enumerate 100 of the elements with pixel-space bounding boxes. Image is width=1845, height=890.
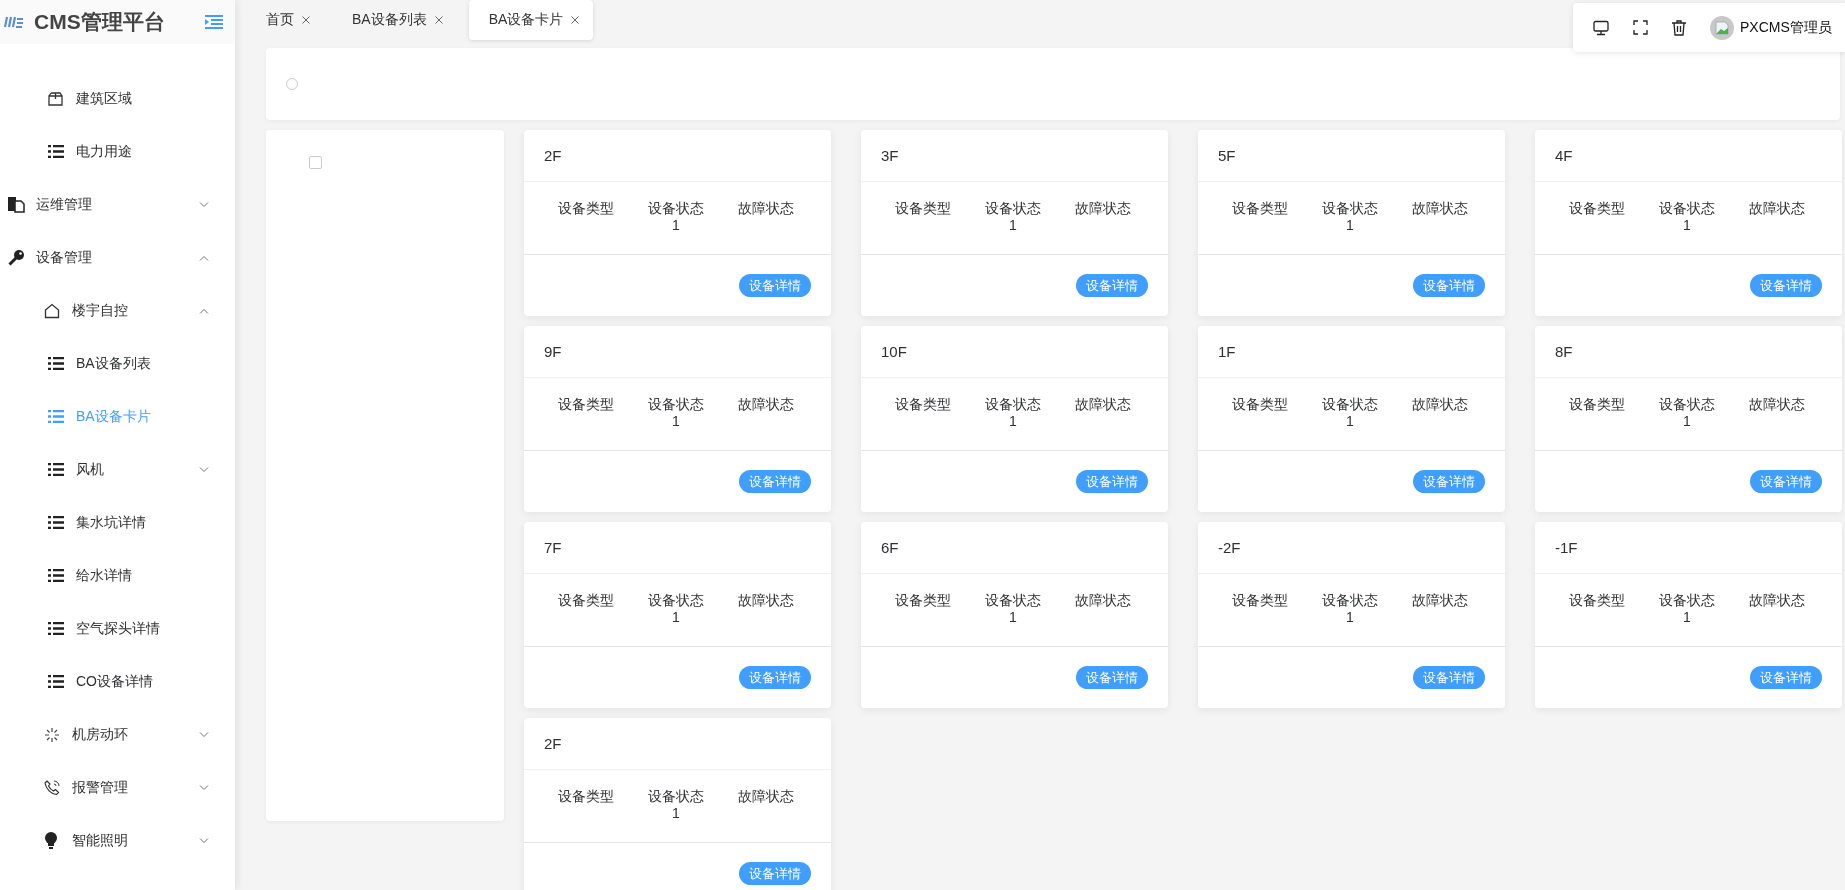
field-value: 1 (1346, 609, 1354, 626)
close-icon[interactable] (302, 16, 310, 24)
chevron-down-icon (199, 731, 209, 738)
checkbox[interactable] (309, 156, 322, 169)
phone-icon (44, 779, 60, 796)
field-label: 设备状态 (648, 592, 704, 609)
avatar-icon[interactable] (1710, 15, 1734, 40)
user-name[interactable]: PXCMS管理员 (1740, 18, 1832, 37)
field-label: 设备类型 (1569, 396, 1625, 413)
field-label: 设备状态 (648, 396, 704, 413)
field-label: 故障状态 (1075, 396, 1131, 413)
field-value: 1 (672, 413, 680, 430)
menu-item[interactable]: 报警管理 (0, 761, 235, 814)
field-label: 设备状态 (648, 200, 704, 217)
field-label: 设备状态 (985, 592, 1041, 609)
field-label: 设备类型 (895, 200, 951, 217)
box-icon (48, 91, 63, 106)
list-icon (48, 516, 64, 529)
field-label: 故障状态 (738, 200, 794, 217)
list-icon (48, 145, 64, 158)
house-icon (44, 302, 60, 319)
menu-item[interactable]: 集水坑详情 (0, 496, 235, 549)
field-label: 设备状态 (1659, 396, 1715, 413)
list-icon (48, 410, 64, 423)
list-icon (48, 569, 64, 582)
close-icon[interactable] (434, 16, 443, 24)
card-title: 2F (524, 718, 831, 770)
chevron-up-icon (199, 307, 209, 314)
menu-item[interactable]: 设备管理 (0, 231, 235, 284)
field-label: 设备类型 (1569, 200, 1625, 217)
trash-icon[interactable] (1672, 19, 1686, 36)
chevron-down-icon (199, 784, 209, 791)
field-label: 故障状态 (1412, 396, 1468, 413)
list-icon (48, 675, 64, 688)
field-value: 1 (1683, 609, 1691, 626)
field-label: 设备状态 (1322, 200, 1378, 217)
field-label: 设备状态 (1322, 396, 1378, 413)
field-value: 1 (1009, 217, 1017, 234)
field-label: 设备类型 (1232, 200, 1288, 217)
tab[interactable]: BA设备卡片 (468, 0, 594, 40)
field-label: 设备状态 (648, 788, 704, 805)
key-icon (8, 249, 25, 266)
card-title: 8F (1535, 326, 1842, 378)
field-label: 设备类型 (1232, 396, 1288, 413)
field-value: 1 (1346, 217, 1354, 234)
card-title: 1F (1198, 326, 1505, 378)
field-label: 设备状态 (985, 396, 1041, 413)
close-icon[interactable] (571, 16, 580, 24)
field-label: 设备类型 (558, 200, 614, 217)
card-title: -2F (1198, 522, 1505, 574)
monitor-icon[interactable] (1593, 19, 1609, 36)
menu-item[interactable]: CO设备详情 (0, 655, 235, 708)
field-value: 1 (1683, 413, 1691, 430)
field-label: 设备类型 (895, 592, 951, 609)
menu-collapse-icon[interactable] (205, 15, 223, 29)
menu-item[interactable]: 电力用途 (0, 125, 235, 178)
card-title: -1F (1535, 522, 1842, 574)
field-label: 设备类型 (895, 396, 951, 413)
list-icon (48, 357, 64, 370)
chevron-down-icon (199, 837, 209, 844)
field-label: 故障状态 (1075, 200, 1131, 217)
field-label: 故障状态 (1749, 396, 1805, 413)
field-label: 设备类型 (558, 396, 614, 413)
field-label: 设备类型 (558, 592, 614, 609)
field-label: 故障状态 (738, 396, 794, 413)
field-label: 设备状态 (1322, 592, 1378, 609)
field-value: 1 (1009, 413, 1017, 430)
field-label: 设备类型 (1232, 592, 1288, 609)
card-title: 10F (861, 326, 1168, 378)
tab[interactable]: 首页 (246, 0, 324, 40)
fullscreen-icon[interactable] (1633, 20, 1648, 35)
list-icon (48, 463, 64, 476)
field-label: 设备状态 (1659, 592, 1715, 609)
menu-item[interactable]: 给水详情 (0, 549, 235, 602)
field-value: 1 (1009, 609, 1017, 626)
menu-item[interactable]: 智能照明 (0, 814, 235, 867)
list-icon (48, 622, 64, 635)
menu-item[interactable]: 楼宇自控 (0, 284, 235, 337)
documents-icon (8, 196, 25, 213)
card-title: 3F (861, 130, 1168, 182)
field-label: 故障状态 (1412, 592, 1468, 609)
field-label: 设备类型 (1569, 592, 1625, 609)
tab[interactable]: BA设备列表 (332, 0, 457, 40)
card-title: 5F (1198, 130, 1505, 182)
light-bulb-icon (44, 832, 58, 849)
menu-item[interactable]: 机房动环 (0, 708, 235, 761)
menu-item[interactable]: 空气探头详情 (0, 602, 235, 655)
field-value: 1 (1683, 217, 1691, 234)
chevron-up-icon (199, 254, 209, 261)
menu-item[interactable]: 风机 (0, 443, 235, 496)
field-label: 故障状态 (738, 788, 794, 805)
menu-item[interactable]: 运维管理 (0, 178, 235, 231)
loading-icon (44, 726, 60, 743)
menu-item[interactable]: BA设备列表 (0, 337, 235, 390)
field-value: 1 (1346, 413, 1354, 430)
chevron-down-icon (199, 201, 209, 208)
menu-item[interactable]: 建筑区域 (0, 72, 235, 125)
logo-icon (4, 15, 26, 29)
field-value: 1 (672, 609, 680, 626)
card-title: 4F (1535, 130, 1842, 182)
